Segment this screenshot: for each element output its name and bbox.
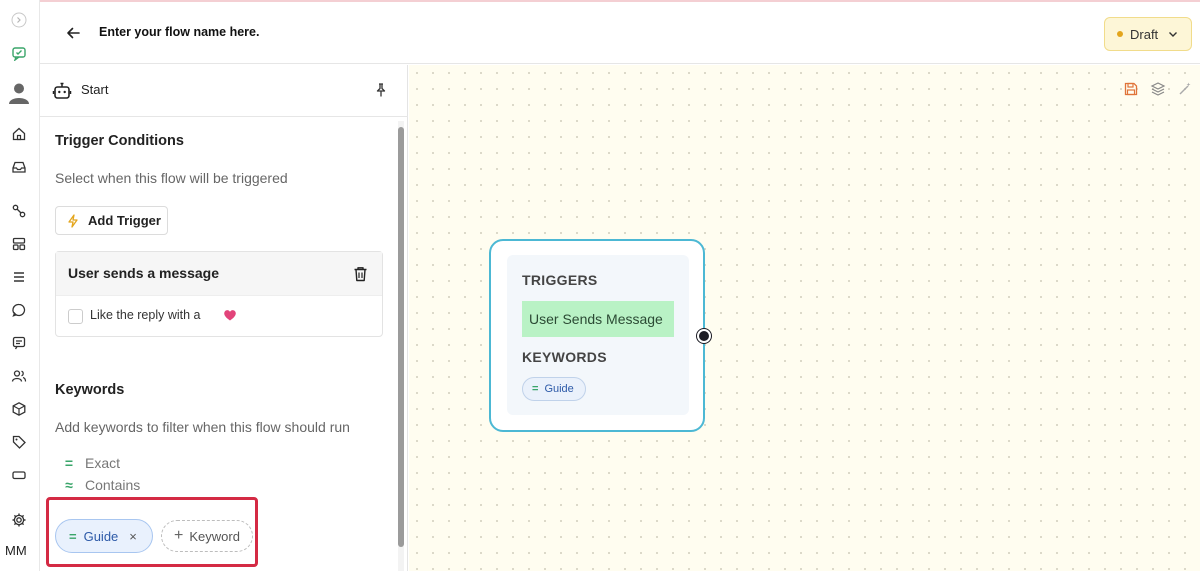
canvas-toolbar (1123, 81, 1193, 97)
keywords-subtitle: Add keywords to filter when this flow sh… (55, 419, 350, 435)
card-icon[interactable] (8, 464, 30, 486)
trigger-card-title: User sends a message (68, 265, 219, 281)
flow-name-input[interactable]: Enter your flow name here. (99, 25, 259, 39)
contains-symbol: ≈ (65, 477, 73, 493)
start-node[interactable]: TRIGGERS User Sends Message KEYWORDS = G… (489, 239, 711, 432)
trigger-card: User sends a message Like the reply with… (55, 251, 383, 337)
match-type-contains: ≈ Contains (62, 477, 140, 493)
add-keyword-label: Keyword (189, 528, 240, 544)
match-type-exact: = Exact (62, 455, 120, 471)
like-reply-label: Like the reply with a (90, 308, 201, 322)
plus-icon: + (174, 527, 184, 544)
exact-symbol: = (64, 455, 74, 471)
messages-icon[interactable] (8, 332, 30, 354)
avatar[interactable] (6, 80, 32, 106)
remove-keyword-icon[interactable]: × (129, 529, 137, 544)
status-dot (1117, 31, 1123, 37)
start-node-body: TRIGGERS User Sends Message KEYWORDS = G… (507, 255, 689, 415)
like-reply-checkbox[interactable] (68, 309, 83, 324)
pin-icon[interactable] (373, 82, 389, 98)
node-triggers-label: TRIGGERS (522, 272, 598, 288)
chat-icon[interactable] (8, 299, 30, 321)
list-icon[interactable] (8, 266, 30, 288)
node-keywords-label: KEYWORDS (522, 349, 607, 365)
node-keyword-symbol: = (532, 383, 539, 395)
back-arrow-icon[interactable] (64, 24, 82, 42)
node-settings-panel: Start Trigger Conditions Select when thi… (40, 65, 408, 571)
user-initials[interactable]: MM (5, 543, 27, 558)
scrollbar-thumb[interactable] (398, 127, 404, 547)
home-icon[interactable] (8, 123, 30, 145)
keyword-chip-label: Guide (83, 528, 119, 544)
exact-label: Exact (85, 455, 121, 471)
status-label: Draft (1130, 26, 1159, 42)
node-keyword-label: Guide (544, 383, 574, 395)
keywords-title: Keywords (55, 382, 125, 398)
trigger-conditions-subtitle: Select when this flow will be triggered (55, 170, 288, 186)
add-trigger-label: Add Trigger (88, 213, 161, 228)
trigger-conditions-title: Trigger Conditions (55, 133, 184, 149)
keyword-exact-symbol: = (69, 528, 77, 544)
package-icon[interactable] (8, 398, 30, 420)
automation-icon[interactable] (8, 200, 30, 222)
panel-header: Start (40, 65, 408, 117)
top-bar: Enter your flow name here. Draft (40, 0, 1200, 64)
keyword-chip-guide[interactable]: = Guide × (55, 519, 153, 553)
magic-wand-icon[interactable] (1177, 81, 1193, 97)
contains-label: Contains (85, 477, 141, 493)
bot-icon (52, 81, 72, 101)
node-trigger-item[interactable]: User Sends Message (522, 301, 674, 337)
panel-title: Start (81, 82, 109, 97)
node-output-handle[interactable] (697, 329, 711, 343)
node-keyword-chip[interactable]: = Guide (522, 377, 586, 401)
flows-icon[interactable] (8, 42, 30, 64)
add-trigger-button[interactable]: Add Trigger (55, 206, 168, 235)
heart-icon (223, 308, 237, 322)
app-sidebar: MM (0, 0, 40, 571)
status-dropdown[interactable]: Draft (1104, 17, 1192, 51)
templates-icon[interactable] (8, 233, 30, 255)
trigger-card-header: User sends a message (56, 252, 382, 296)
layers-icon[interactable] (1150, 81, 1166, 97)
add-keyword-button[interactable]: + Keyword (161, 520, 253, 552)
save-icon[interactable] (1123, 81, 1139, 97)
flow-canvas[interactable]: TRIGGERS User Sends Message KEYWORDS = G… (409, 65, 1200, 571)
expand-sidebar-icon[interactable] (8, 9, 30, 31)
lightning-icon (68, 213, 78, 228)
trash-icon[interactable] (353, 266, 368, 282)
chevron-down-icon (1169, 32, 1178, 37)
panel-scrollbar[interactable] (398, 121, 404, 571)
tag-icon[interactable] (8, 431, 30, 453)
inbox-icon[interactable] (8, 156, 30, 178)
contacts-icon[interactable] (8, 365, 30, 387)
settings-icon[interactable] (8, 509, 30, 531)
